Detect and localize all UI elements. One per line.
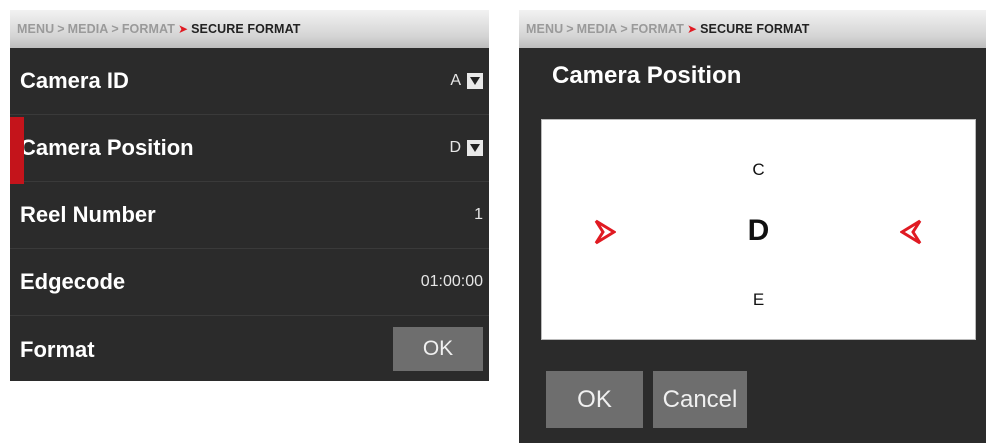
breadcrumb-separator-icon: >	[566, 22, 574, 36]
camera-id-label: Camera ID	[20, 68, 129, 93]
ok-button[interactable]: OK	[546, 371, 643, 428]
picker-option-next[interactable]: E	[542, 290, 975, 310]
format-ok-button[interactable]: OK	[393, 327, 483, 371]
picker-left-arrow-icon[interactable]	[594, 219, 616, 245]
selection-marker	[10, 117, 24, 184]
breadcrumb-item[interactable]: MENU	[526, 22, 563, 36]
camera-position-label: Camera Position	[20, 135, 194, 160]
picker-right-arrow-icon[interactable]	[900, 219, 922, 245]
dropdown-arrow-icon[interactable]	[467, 140, 483, 156]
edgecode-label: Edgecode	[20, 269, 126, 294]
breadcrumb-current: SECURE FORMAT	[191, 22, 301, 36]
dialog-title: Camera Position	[552, 62, 742, 89]
camera-position-value: D	[449, 139, 461, 156]
edgecode-row[interactable]: Edgecode 01:00:00	[10, 249, 489, 316]
camera-position-dropdown[interactable]: D	[449, 139, 489, 157]
reel-number-label: Reel Number	[20, 202, 156, 227]
breadcrumb-item[interactable]: FORMAT	[122, 22, 175, 36]
breadcrumb-chevron-icon: ➤	[177, 22, 189, 36]
format-label: Format	[20, 336, 95, 362]
breadcrumb-item[interactable]: MEDIA	[68, 22, 109, 36]
edgecode-value[interactable]: 01:00:00	[421, 273, 489, 291]
breadcrumb-current: SECURE FORMAT	[700, 22, 810, 36]
breadcrumb-item[interactable]: MEDIA	[577, 22, 618, 36]
camera-position-row[interactable]: Camera Position D	[10, 115, 489, 182]
reel-number-row[interactable]: Reel Number 1	[10, 182, 489, 249]
breadcrumb: MENU > MEDIA > FORMAT ➤ SECURE FORMAT	[519, 10, 986, 48]
camera-position-dialog: MENU > MEDIA > FORMAT ➤ SECURE FORMAT Ca…	[519, 10, 986, 443]
breadcrumb-item[interactable]: MENU	[17, 22, 54, 36]
cancel-button[interactable]: Cancel	[653, 371, 747, 428]
position-picker[interactable]: C D E	[541, 119, 976, 340]
breadcrumb-separator-icon: >	[620, 22, 628, 36]
reel-number-value[interactable]: 1	[474, 206, 489, 224]
menu-panel: MENU > MEDIA > FORMAT ➤ SECURE FORMAT Ca…	[10, 10, 489, 381]
camera-id-value: A	[450, 72, 461, 89]
picker-option-previous[interactable]: C	[542, 160, 975, 180]
camera-id-row[interactable]: Camera ID A	[10, 48, 489, 115]
dropdown-arrow-icon[interactable]	[467, 73, 483, 89]
breadcrumb-separator-icon: >	[57, 22, 65, 36]
breadcrumb-item[interactable]: FORMAT	[631, 22, 684, 36]
camera-id-dropdown[interactable]: A	[450, 72, 489, 90]
breadcrumb: MENU > MEDIA > FORMAT ➤ SECURE FORMAT	[10, 10, 489, 48]
breadcrumb-chevron-icon: ➤	[686, 22, 698, 36]
breadcrumb-separator-icon: >	[111, 22, 119, 36]
